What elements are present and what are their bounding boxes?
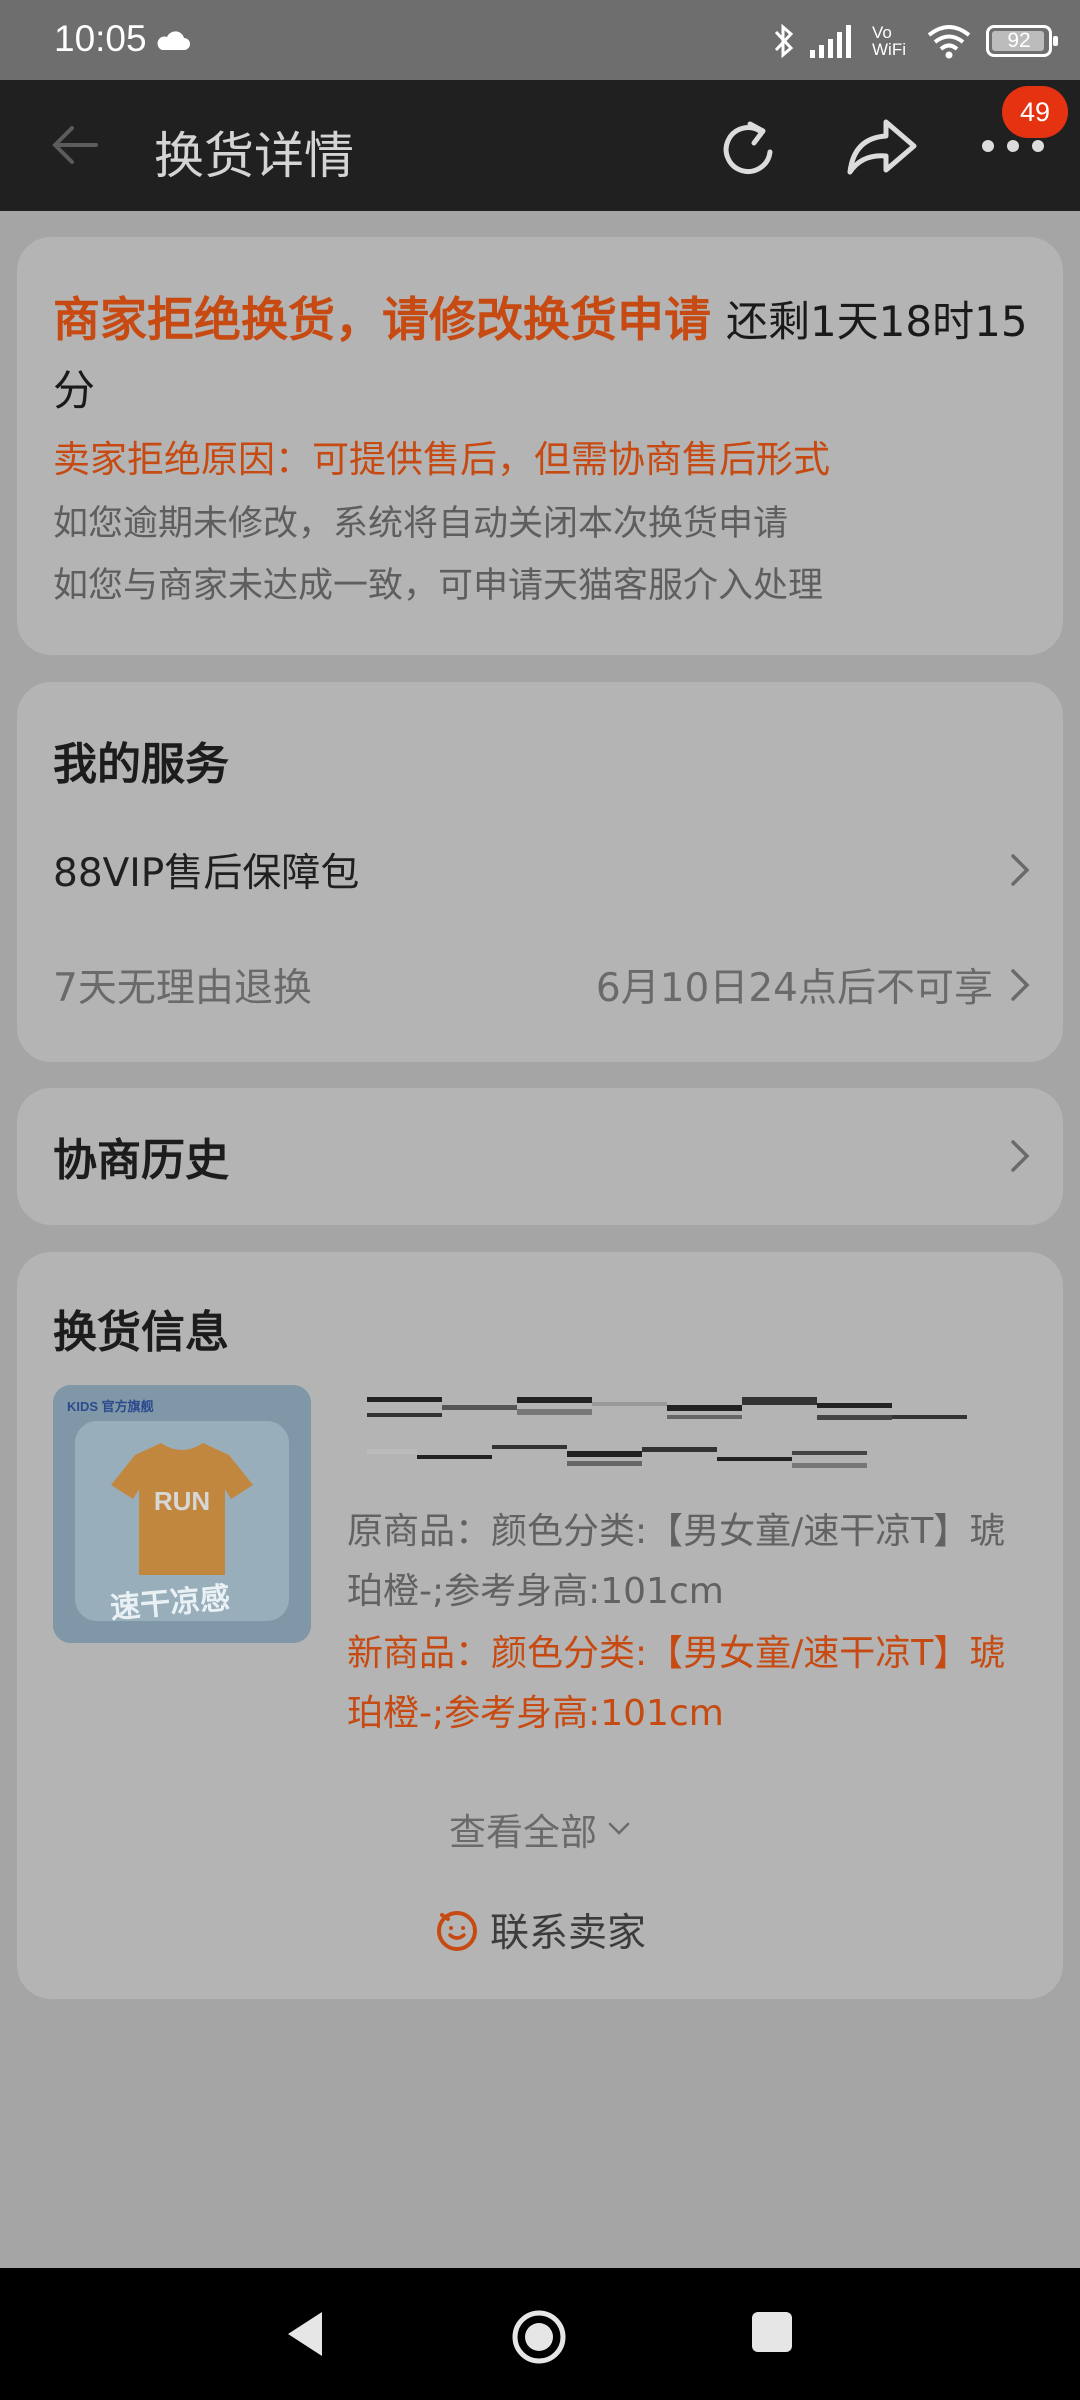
battery-indicator: 92 (986, 25, 1058, 57)
thumbnail-shirt-text: RUN (154, 1486, 210, 1516)
my-service-title: 我的服务 (53, 739, 229, 790)
vowifi-top: Vo (872, 23, 892, 42)
app-bar: 换货详情 (0, 80, 1080, 211)
service-row-7day[interactable]: 7天无理由退换 6月10日24点后不可享 (53, 950, 1033, 1020)
note-auto-close: 如您逾期未修改，系统将自动关闭本次换货申请 (53, 504, 789, 544)
bluetooth-icon (774, 23, 794, 59)
negotiation-history-title: 协商历史 (53, 1135, 229, 1186)
status-headline: 商家拒绝换货，请修改换货申请 (53, 293, 711, 348)
refresh-icon[interactable] (714, 114, 784, 184)
negotiation-history-card[interactable]: 协商历史 (17, 1088, 1063, 1225)
system-nav-bar (0, 2268, 1080, 2400)
view-all-label: 查看全部 (449, 1811, 597, 1854)
product-thumbnail[interactable]: RUN KIDS 官方旗舰 速干凉感 (53, 1385, 311, 1643)
status-message: 商家拒绝换货，请修改换货申请 还剩1天18时15分 (53, 287, 1033, 425)
vowifi-indicator: Vo WiFi (872, 24, 912, 58)
status-card: 商家拒绝换货，请修改换货申请 还剩1天18时15分 卖家拒绝原因：可提供售后，但… (17, 237, 1063, 655)
my-service-card: 我的服务 88VIP售后保障包 7天无理由退换 6月10日24点后不可享 (17, 682, 1063, 1062)
cloud-icon (157, 31, 190, 50)
back-arrow-icon[interactable] (46, 116, 104, 174)
negotiation-history-row[interactable]: 协商历史 (53, 1121, 1033, 1191)
smile-icon (436, 1911, 477, 1951)
original-item-spec: 原商品：颜色分类:【男女童/速干凉T】琥珀橙-;参考身高:101cm (347, 1511, 1006, 1612)
service-7day-value-wrap: 6月10日24点后不可享 (596, 957, 1033, 1013)
share-icon[interactable] (846, 116, 918, 178)
note-customer-service: 如您与商家未达成一致，可申请天猫客服介入处理 (53, 566, 824, 606)
reject-reason: 卖家拒绝原因：可提供售后，但需协商售后形式 (53, 438, 830, 481)
service-vip-label: 88VIP售后保障包 (53, 851, 360, 896)
status-bar: 10:05 Vo WiFi 92 (0, 0, 1080, 80)
wifi-icon (927, 25, 971, 59)
chevron-right-icon (1011, 854, 1030, 886)
chevron-down-icon (608, 1822, 630, 1835)
notification-badge: 49 (1002, 86, 1068, 138)
contact-seller-button[interactable]: 联系卖家 (17, 1902, 1063, 1958)
vowifi-bottom: WiFi (872, 40, 906, 59)
service-row-vip[interactable]: 88VIP售后保障包 (53, 835, 1033, 905)
nav-home-icon[interactable] (510, 2308, 568, 2366)
product-title-redacted (367, 1397, 967, 1468)
status-icons: Vo WiFi 92 (772, 22, 1058, 60)
nav-back-icon[interactable] (282, 2308, 326, 2360)
status-time: 10:05 (54, 18, 147, 59)
service-7day-label: 7天无理由退换 (53, 966, 312, 1011)
battery-level: 92 (1007, 29, 1031, 52)
service-7day-value: 6月10日24点后不可享 (595, 966, 993, 1011)
contact-seller-label: 联系卖家 (489, 1911, 646, 1956)
thumbnail-brand: KIDS 官方旗舰 (67, 1399, 154, 1414)
new-item-spec: 新商品：颜色分类:【男女童/速干凉T】琥珀橙-;参考身高:101cm (347, 1633, 1006, 1734)
page-title: 换货详情 (154, 127, 354, 185)
nav-recent-icon[interactable] (752, 2312, 792, 2352)
chevron-right-icon (1011, 969, 1030, 1001)
view-all-button[interactable]: 查看全部 (17, 1802, 1063, 1856)
signal-icon (810, 25, 851, 58)
product-image: RUN KIDS 官方旗舰 速干凉感 (53, 1385, 311, 1643)
exchange-info-card: 换货信息 RUN KIDS 官方旗舰 速干凉感 原商品：颜色分类:【男女童/速干… (17, 1252, 1063, 1999)
chevron-right-icon (1011, 1140, 1030, 1172)
exchange-info-title: 换货信息 (53, 1307, 229, 1358)
